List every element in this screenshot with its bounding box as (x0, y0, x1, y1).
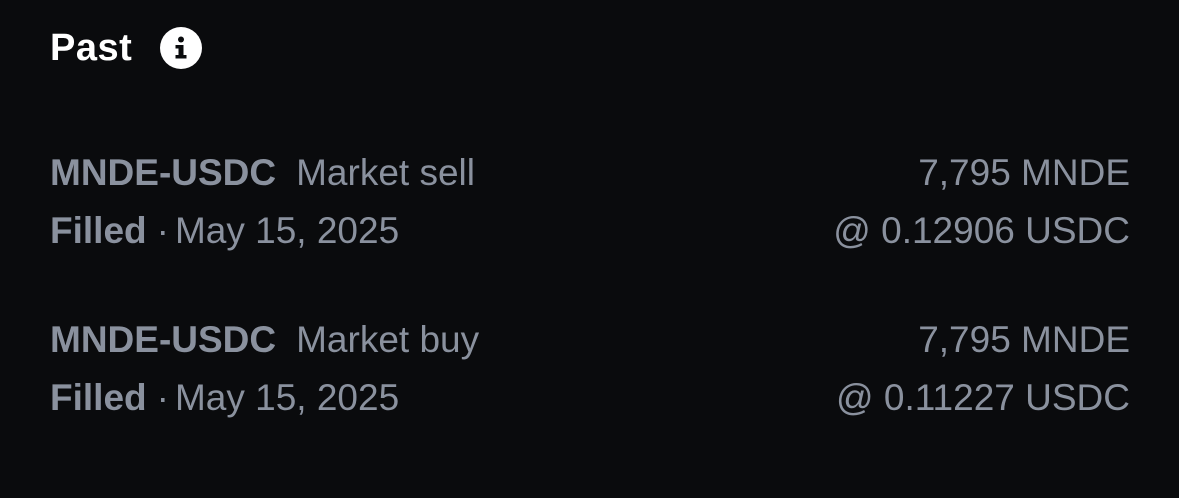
order-detail-line: Filled · May 15, 2025 @ 0.11227 USDC (50, 370, 1130, 426)
order-title: MNDE-USDC Market sell (50, 145, 475, 201)
order-pair: MNDE-USDC (50, 152, 277, 193)
order-type: Market buy (296, 319, 480, 360)
section-header: Past (50, 24, 203, 72)
order-status: Filled (50, 210, 147, 251)
info-icon[interactable] (160, 27, 203, 69)
order-summary-line: MNDE-USDC Market sell 7,795 MNDE (50, 145, 1130, 201)
section-title: Past (50, 26, 133, 69)
order-amount: 7,795 MNDE (918, 152, 1130, 193)
separator-dot: · (156, 210, 169, 251)
order-price: @ 0.11227 USDC (836, 377, 1130, 418)
separator-dot: · (156, 377, 169, 418)
order-date: May 15, 2025 (174, 377, 400, 418)
order-status-date: Filled · May 15, 2025 (50, 370, 399, 426)
order-price: @ 0.12906 USDC (833, 210, 1130, 251)
order-pair: MNDE-USDC (50, 319, 277, 360)
order-row[interactable]: MNDE-USDC Market buy 7,795 MNDE Filled · Ma… (50, 312, 1130, 422)
order-date: May 15, 2025 (174, 210, 400, 251)
order-status-date: Filled · May 15, 2025 (50, 203, 399, 259)
order-detail-line: Filled · May 15, 2025 @ 0.12906 USDC (50, 203, 1130, 259)
order-row[interactable]: MNDE-USDC Market sell 7,795 MNDE Filled · M… (50, 145, 1130, 255)
order-type: Market sell (296, 152, 475, 193)
order-title: MNDE-USDC Market buy (50, 312, 479, 368)
order-summary-line: MNDE-USDC Market buy 7,795 MNDE (50, 312, 1130, 368)
order-status: Filled (50, 377, 147, 418)
past-orders-panel: Past MNDE-USDC Market sell 7,795 MNDE Fil… (0, 0, 1179, 498)
order-amount: 7,795 MNDE (918, 319, 1130, 360)
